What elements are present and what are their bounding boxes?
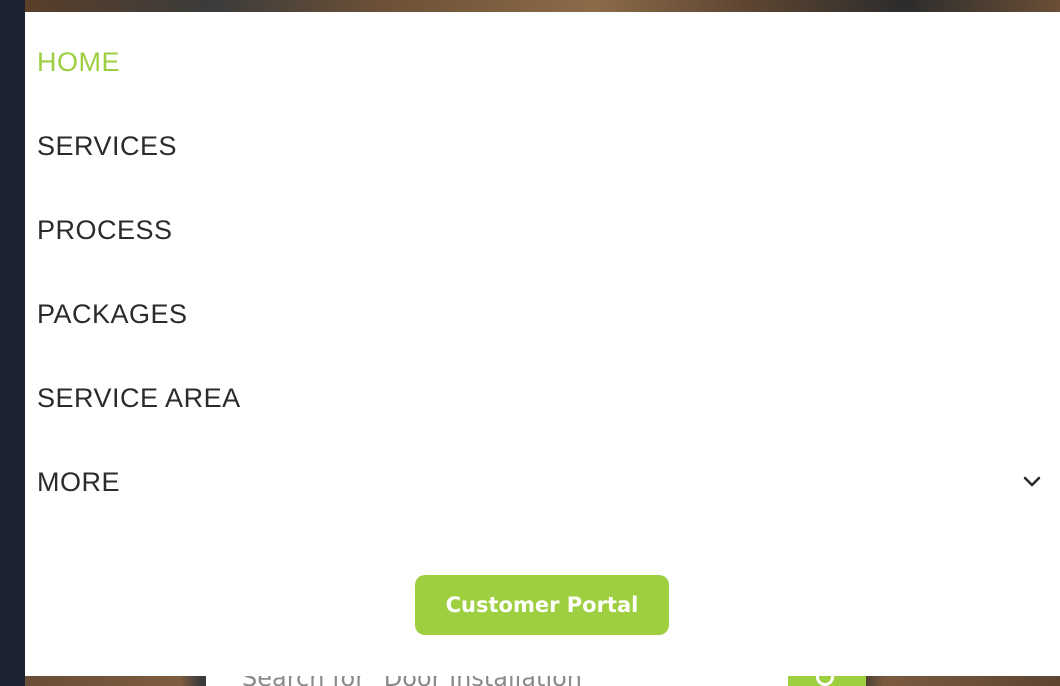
menu-item-label: MORE [37, 466, 120, 497]
menu-item-label: PACKAGES [37, 298, 188, 329]
customer-portal-button[interactable]: Customer Portal [415, 575, 669, 635]
menu-item-label: SERVICES [37, 130, 178, 161]
menu-item-label: PROCESS [37, 214, 173, 245]
menu-item-label: SERVICE AREA [37, 382, 241, 413]
menu-item-home[interactable]: HOME [37, 32, 1060, 92]
menu-item-packages[interactable]: PACKAGES [37, 284, 1060, 344]
hero-background-image [25, 0, 1060, 12]
menu-item-services[interactable]: SERVICES [37, 116, 1060, 176]
menu-item-service-area[interactable]: SERVICE AREA [37, 368, 1060, 428]
menu-item-process[interactable]: PROCESS [37, 200, 1060, 260]
chevron-down-icon[interactable] [1022, 472, 1042, 492]
menu-item-label: HOME [37, 46, 120, 77]
mobile-menu-panel: HOME SERVICES PROCESS PACKAGES SERVICE A… [25, 12, 1060, 676]
left-rail [0, 0, 25, 686]
menu-item-more[interactable]: MORE [37, 452, 1060, 512]
